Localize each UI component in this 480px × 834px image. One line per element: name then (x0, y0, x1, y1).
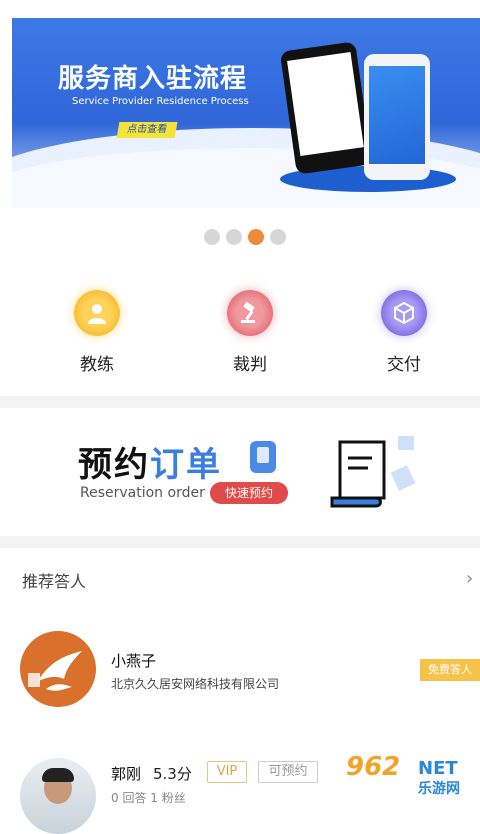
role-item-referee[interactable]: 裁判 (200, 290, 300, 375)
chevron-right-icon[interactable]: › (466, 568, 473, 589)
carousel-indicator (204, 229, 286, 245)
section-divider (0, 396, 480, 408)
order-scroll-icon (330, 436, 416, 508)
carousel-dot[interactable] (270, 229, 286, 245)
banner-subtitle: Service Provider Residence Process (72, 96, 249, 107)
bookable-badge: 可预约 (258, 761, 318, 783)
role-menu: 教练 裁判 交付 (0, 290, 480, 380)
watermark-cn: 乐游网 (418, 781, 460, 797)
person-stats: 0 回答 1 粉丝 (111, 791, 186, 805)
role-label: 交付 (387, 355, 421, 375)
role-item-coach[interactable]: 教练 (47, 290, 147, 375)
referee-gavel-icon (227, 290, 273, 336)
site-watermark: 962 NET 乐游网 (340, 752, 480, 800)
phone-illustration (364, 54, 430, 180)
delivery-box-icon (381, 290, 427, 336)
section-divider (0, 536, 480, 548)
carousel-dot-active[interactable] (248, 229, 264, 245)
watermark-net: NET (418, 758, 458, 779)
watermark-number: 962 (346, 752, 401, 782)
phone-icon (250, 441, 276, 473)
reservation-english: Reservation order (80, 485, 205, 501)
role-label: 教练 (80, 355, 114, 375)
banner-view-button[interactable]: 点击查看 (116, 122, 178, 138)
banner-title: 服务商入驻流程 (58, 64, 248, 94)
person-name: 小燕子 (111, 652, 157, 670)
avatar (20, 631, 96, 707)
role-label: 裁判 (233, 355, 267, 375)
carousel-dot[interactable] (226, 229, 242, 245)
person-name: 郭刚 (111, 765, 142, 783)
quick-reserve-button[interactable]: 快速预约 (210, 482, 288, 504)
coach-person-icon (74, 290, 120, 336)
avatar (20, 758, 96, 834)
carousel-dot[interactable] (204, 229, 220, 245)
promo-banner[interactable]: 服务商入驻流程 Service Provider Residence Proce… (12, 18, 480, 208)
role-item-delivery[interactable]: 交付 (354, 290, 454, 375)
vip-badge: VIP (207, 761, 247, 783)
reservation-title: 预约订单 (78, 445, 222, 485)
phone-illustration (279, 41, 373, 175)
person-score: 5.3分 (153, 765, 192, 783)
free-answer-badge: 免费答人 (420, 659, 480, 681)
person-company: 北京久久居安网络科技有限公司 (111, 677, 280, 691)
recommend-title: 推荐答人 (22, 572, 87, 591)
